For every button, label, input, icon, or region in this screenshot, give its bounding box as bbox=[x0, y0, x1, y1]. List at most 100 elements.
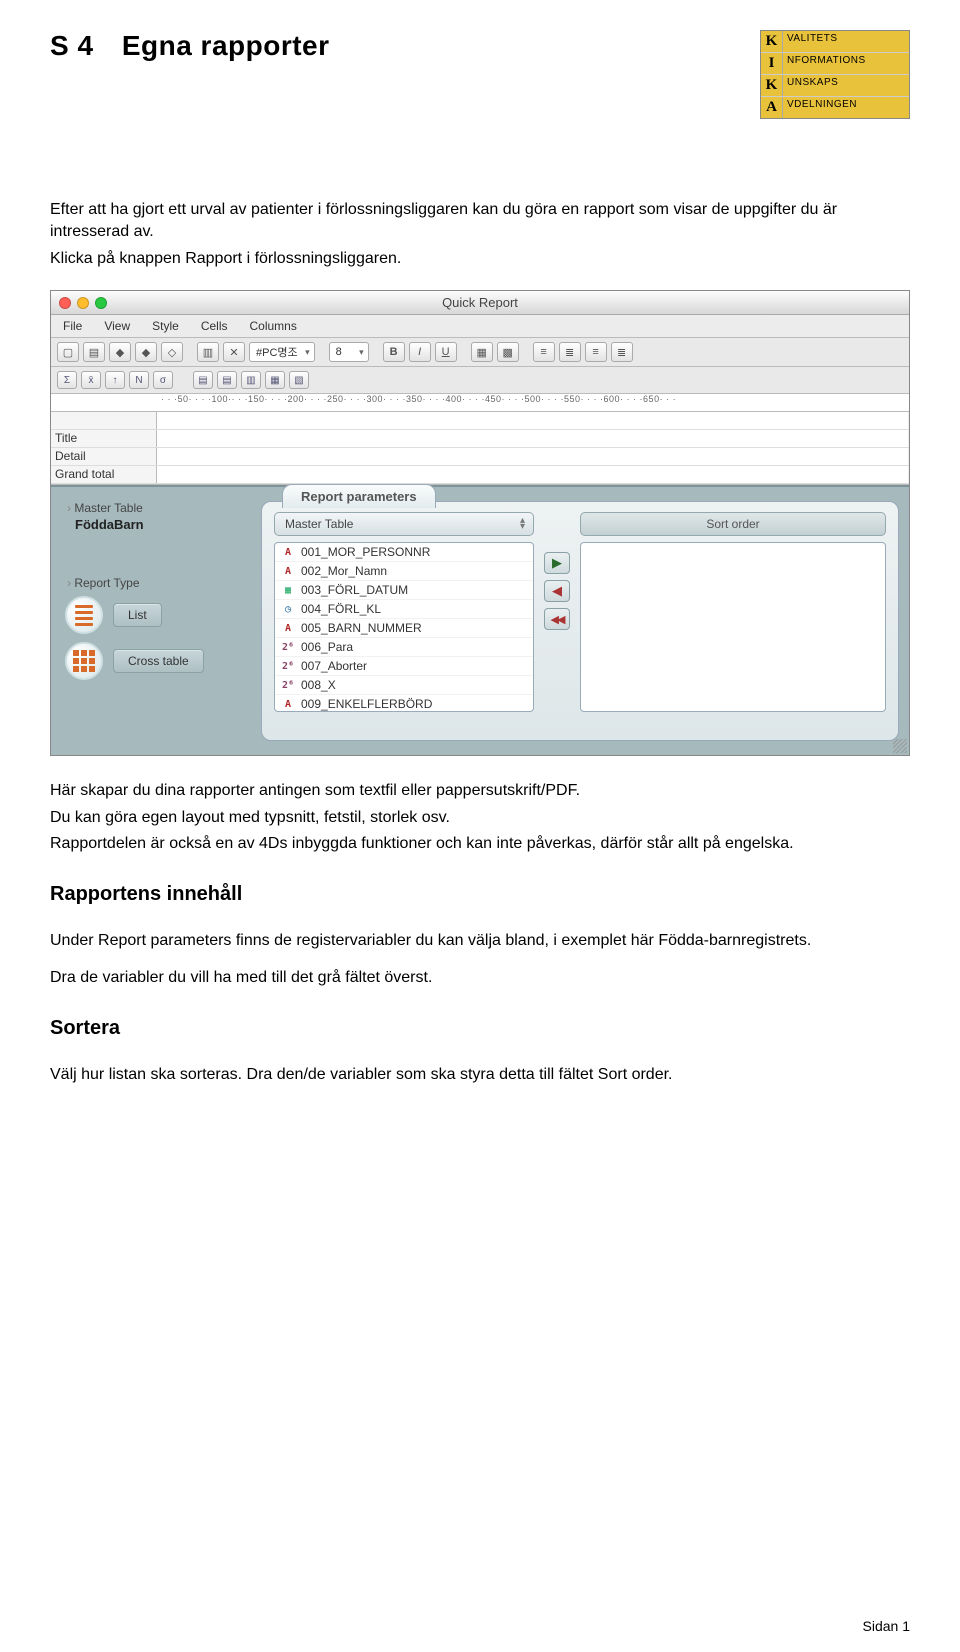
align-right-icon[interactable]: ≡ bbox=[585, 342, 607, 362]
time-field-icon: ◷ bbox=[281, 602, 295, 616]
open-icon[interactable]: ▤ bbox=[83, 342, 105, 362]
field-name: 004_FÖRL_KL bbox=[301, 602, 381, 616]
grid-grandtotal-row: Grand total bbox=[51, 466, 909, 484]
save-icon[interactable]: ◆ bbox=[135, 342, 157, 362]
list-item: A 002_Mor_Namn bbox=[275, 562, 533, 581]
border-icon[interactable]: ▩ bbox=[497, 342, 519, 362]
kika-logo: K VALITETS I NFORMATIONS K UNSKAPS A VDE… bbox=[760, 30, 910, 119]
crosstable-type-button[interactable]: Cross table bbox=[113, 649, 204, 673]
zoom-icon[interactable] bbox=[95, 297, 107, 309]
report-parameters-panel: Report parameters Master Table ▴▾ A001_M… bbox=[261, 501, 899, 741]
page-footer: Sidan 1 bbox=[863, 1618, 910, 1634]
grid-cell[interactable] bbox=[157, 466, 909, 483]
menu-style[interactable]: Style bbox=[152, 319, 179, 333]
move-right-button[interactable]: ▶ bbox=[544, 552, 570, 574]
list-item: ◷ 004_FÖRL_KL bbox=[275, 600, 533, 619]
text-field-icon: A bbox=[281, 564, 295, 578]
list-item: A001_MOR_PERSONNR bbox=[275, 543, 533, 562]
resize-grip-icon[interactable] bbox=[893, 739, 907, 753]
text-field-icon: A bbox=[281, 697, 295, 711]
logo-letter: I bbox=[761, 53, 783, 74]
quick-report-window: Quick Report File View Style Cells Colum… bbox=[50, 290, 910, 756]
intro-paragraph: Klicka på knappen Rapport i förlossnings… bbox=[50, 248, 910, 270]
mean-icon[interactable]: x̄ bbox=[81, 371, 101, 389]
number-field-icon: 2⁶ bbox=[281, 678, 295, 692]
margins-icon[interactable]: ▦ bbox=[265, 371, 285, 389]
align-left-icon[interactable]: ≡ bbox=[533, 342, 555, 362]
align-center-icon[interactable]: ≣ bbox=[559, 342, 581, 362]
crosstable-type-icon[interactable] bbox=[65, 642, 103, 680]
move-all-left-button[interactable]: ◀◀ bbox=[544, 608, 570, 630]
combo-value: Master Table bbox=[285, 517, 353, 531]
align-justify-icon[interactable]: ≣ bbox=[611, 342, 633, 362]
logo-word: VALITETS bbox=[783, 31, 909, 52]
field-name: 007_Aborter bbox=[301, 659, 367, 673]
new-doc-icon[interactable]: ▢ bbox=[57, 342, 79, 362]
font-family-select[interactable]: #PC명조 bbox=[249, 342, 315, 362]
underline-icon[interactable]: U bbox=[435, 342, 457, 362]
section-body: Välj hur listan ska sorteras. Dra den/de… bbox=[50, 1064, 910, 1086]
ruler: · · ·50· · · ·100·· · ·150· · · ·200· · … bbox=[51, 394, 909, 412]
header-icon[interactable]: ▤ bbox=[193, 371, 213, 389]
wizard-icon[interactable]: ◆ bbox=[109, 342, 131, 362]
field-list[interactable]: A001_MOR_PERSONNR A 002_Mor_Namn ▦003_FÖR… bbox=[274, 542, 534, 712]
list-item: A005_BARN_NUMMER bbox=[275, 619, 533, 638]
toolbar-primary: ▢ ▤ ◆ ◆ ◇ ▥ ✕ #PC명조 8 B I U ▦ ▩ ≡ ≣ ≡ bbox=[51, 338, 909, 367]
list-type-icon[interactable] bbox=[65, 596, 103, 634]
logo-letter: K bbox=[761, 75, 783, 96]
menu-columns[interactable]: Columns bbox=[250, 319, 297, 333]
section-heading: Sortera bbox=[50, 1017, 910, 1040]
menu-view[interactable]: View bbox=[104, 319, 130, 333]
grid-header-row bbox=[51, 412, 909, 430]
max-icon[interactable]: ↑ bbox=[105, 371, 125, 389]
master-table-label: › Master Table bbox=[67, 501, 251, 515]
stddev-icon[interactable]: σ bbox=[153, 371, 173, 389]
close-icon[interactable] bbox=[59, 297, 71, 309]
window-title: Quick Report bbox=[442, 295, 518, 310]
list-item: 2⁶006_Para bbox=[275, 638, 533, 657]
grid-cell[interactable] bbox=[157, 448, 909, 465]
paragraph: Här skapar du dina rapporter antingen so… bbox=[50, 780, 910, 802]
menu-cells[interactable]: Cells bbox=[201, 319, 228, 333]
section-number: S 4 bbox=[50, 30, 94, 61]
move-left-button[interactable]: ◀ bbox=[544, 580, 570, 602]
page-icon[interactable]: ▥ bbox=[241, 371, 261, 389]
sum-icon[interactable]: Σ bbox=[57, 371, 77, 389]
field-name: 003_FÖRL_DATUM bbox=[301, 583, 408, 597]
bold-icon[interactable]: B bbox=[383, 342, 405, 362]
master-table-value: FöddaBarn bbox=[75, 517, 251, 532]
chevron-updown-icon: ▴▾ bbox=[520, 518, 525, 530]
print-icon[interactable]: ◇ bbox=[161, 342, 183, 362]
italic-icon[interactable]: I bbox=[409, 342, 431, 362]
fill-color-icon[interactable]: ▦ bbox=[471, 342, 493, 362]
sort-order-list[interactable] bbox=[580, 542, 886, 712]
font-size-select[interactable]: 8 bbox=[329, 342, 369, 362]
grid-cell[interactable] bbox=[157, 430, 909, 447]
font-family-value: #PC명조 bbox=[256, 344, 298, 360]
paragraph: Du kan göra egen layout med typsnitt, fe… bbox=[50, 807, 910, 829]
paragraph: Rapportdelen är också en av 4Ds inbyggda… bbox=[50, 833, 910, 855]
sort-order-header: Sort order bbox=[580, 512, 886, 536]
field-name: 002_Mor_Namn bbox=[301, 564, 387, 578]
list-type-button[interactable]: List bbox=[113, 603, 162, 627]
minimize-icon[interactable] bbox=[77, 297, 89, 309]
parameters-tab: Report parameters bbox=[282, 484, 436, 508]
field-name: 005_BARN_NUMMER bbox=[301, 621, 422, 635]
master-table-combo[interactable]: Master Table ▴▾ bbox=[274, 512, 534, 536]
footer-icon[interactable]: ▤ bbox=[217, 371, 237, 389]
count-icon[interactable]: N bbox=[129, 371, 149, 389]
logo-letter: K bbox=[761, 31, 783, 52]
list-item: 2⁶007_Aborter bbox=[275, 657, 533, 676]
list-item: ▦003_FÖRL_DATUM bbox=[275, 581, 533, 600]
delete-icon[interactable]: ✕ bbox=[223, 342, 245, 362]
title-text: Egna rapporter bbox=[122, 30, 330, 61]
grid-row-label: Title bbox=[51, 430, 157, 447]
layout-icon[interactable]: ▥ bbox=[197, 342, 219, 362]
field-name: 008_X bbox=[301, 678, 336, 692]
preview-icon[interactable]: ▧ bbox=[289, 371, 309, 389]
lower-panel: › Master Table FöddaBarn › Report Type L… bbox=[51, 485, 909, 755]
menu-file[interactable]: File bbox=[63, 319, 82, 333]
grid-row-label: Detail bbox=[51, 448, 157, 465]
intro-text: Efter att ha gjort ett urval av patiente… bbox=[50, 199, 910, 270]
logo-word: NFORMATIONS bbox=[783, 53, 909, 74]
